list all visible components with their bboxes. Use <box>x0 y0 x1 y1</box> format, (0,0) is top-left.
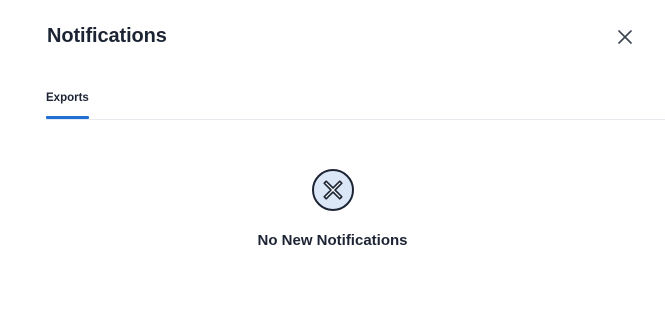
close-button[interactable] <box>612 24 638 50</box>
empty-state-message: No New Notifications <box>257 232 408 249</box>
x-circle-icon <box>311 169 354 211</box>
empty-state: No New Notifications <box>0 168 665 251</box>
active-tab-indicator <box>46 116 89 119</box>
panel-title: Notifications <box>47 25 167 47</box>
tab-exports[interactable]: Exports <box>46 76 89 120</box>
tab-exports-label: Exports <box>46 92 89 104</box>
close-icon <box>618 30 632 44</box>
tab-bar: Exports <box>0 76 665 120</box>
tab-divider <box>46 119 665 120</box>
